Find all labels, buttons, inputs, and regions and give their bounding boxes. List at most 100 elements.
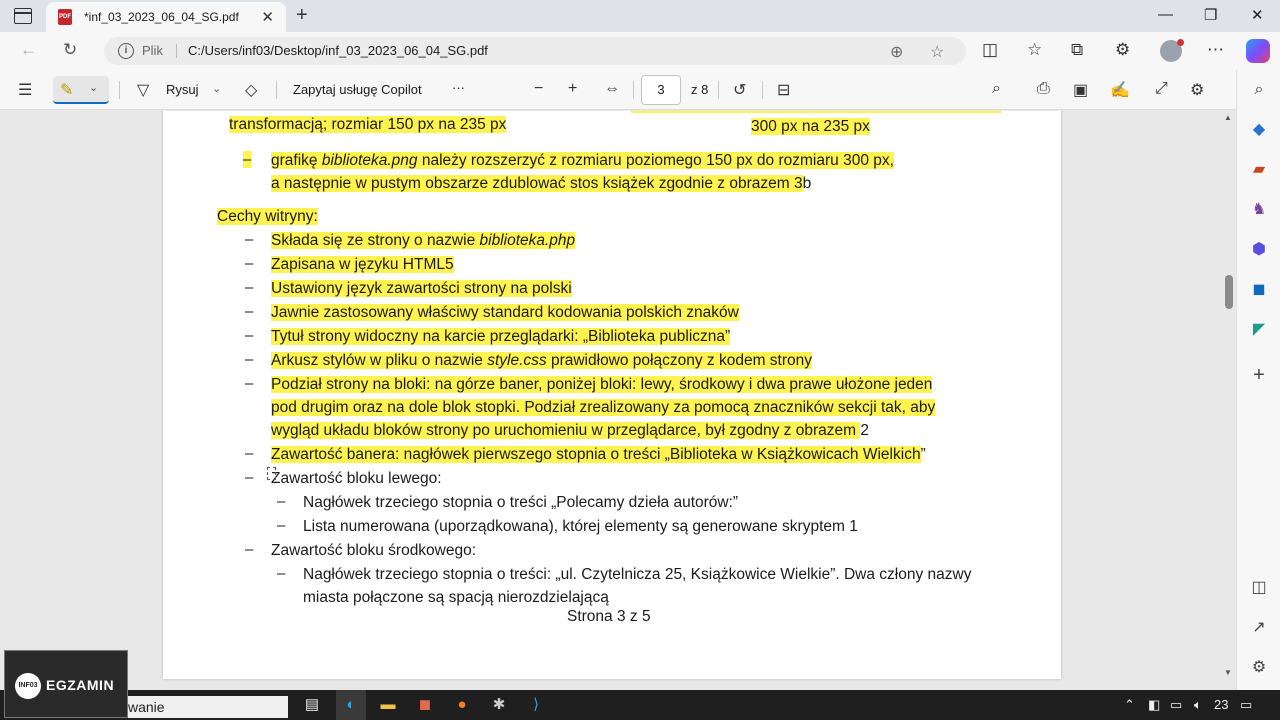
notifications-icon[interactable]: ▭ bbox=[1240, 697, 1252, 713]
doc-line: Zawartość bloku środkowego: bbox=[271, 542, 477, 559]
microsoft365-icon[interactable]: ⬢ bbox=[1249, 240, 1269, 260]
print-icon[interactable]: ⎙ bbox=[1037, 80, 1050, 98]
split-screen-icon[interactable]: ◫ bbox=[982, 40, 998, 60]
zoom-icon[interactable]: ⊕ bbox=[890, 42, 903, 62]
tools-icon[interactable]: ▰ bbox=[1249, 160, 1269, 180]
address-divider bbox=[176, 44, 177, 58]
doc-line: pod drugim oraz na dole blok stopki. Pod… bbox=[271, 399, 936, 416]
list-dash: – bbox=[277, 517, 286, 534]
settings-icon[interactable]: ⚙ bbox=[1190, 80, 1204, 100]
tray-app-icon[interactable]: ◧ bbox=[1148, 697, 1160, 713]
egzamin-overlay: INF03 EGZAMIN bbox=[4, 650, 128, 718]
list-dash: – bbox=[245, 541, 254, 558]
save-as-icon[interactable]: ✍ bbox=[1110, 80, 1130, 100]
app-taskbar-icon[interactable]: ◼ bbox=[415, 695, 435, 715]
tab-pdf[interactable]: PDF *inf_03_2023_06_04_SG.pdf ✕ bbox=[46, 2, 286, 32]
draw-icon[interactable]: ▽ bbox=[137, 80, 149, 100]
more-tools-icon[interactable]: ··· bbox=[452, 80, 465, 95]
list-dash: – bbox=[245, 445, 254, 462]
page-view-icon[interactable]: ⊟ bbox=[777, 80, 790, 100]
drop-icon[interactable]: ◤ bbox=[1249, 320, 1269, 340]
tab-actions-icon[interactable] bbox=[14, 8, 32, 24]
outlook-icon[interactable]: ◼ bbox=[1249, 280, 1269, 300]
list-dash: – bbox=[243, 151, 252, 168]
draw-chevron-icon[interactable]: ⌄ bbox=[212, 82, 221, 95]
zoom-out-icon[interactable]: − bbox=[534, 80, 543, 98]
tray-chevron-icon[interactable]: ⌃ bbox=[1124, 697, 1135, 713]
back-icon[interactable]: ← bbox=[20, 40, 37, 60]
restore-icon[interactable]: ❐ bbox=[1204, 6, 1217, 24]
scroll-up-icon[interactable]: ▲ bbox=[1224, 113, 1232, 122]
volume-icon[interactable]: 🔈︎ bbox=[1194, 697, 1202, 713]
toolbar-divider bbox=[718, 81, 719, 99]
search-icon[interactable]: ⌕ bbox=[992, 80, 1001, 98]
fit-width-icon[interactable]: ⇔ bbox=[604, 80, 620, 98]
minimize-icon[interactable]: — bbox=[1158, 6, 1173, 23]
file-explorer-icon[interactable]: ▬ bbox=[378, 695, 398, 715]
doc-line: Podział strony na bloki: na górze baner,… bbox=[271, 376, 933, 393]
toolbar-divider bbox=[762, 81, 763, 99]
document-viewer[interactable]: transformacją; rozmiar 150 px na 235 px … bbox=[0, 111, 1236, 690]
list-dash: – bbox=[245, 469, 254, 486]
scrollbar-thumb[interactable] bbox=[1225, 275, 1233, 309]
doc-line: Zapisana w języku HTML5 bbox=[271, 256, 454, 273]
chevron-down-icon[interactable]: ⌄ bbox=[89, 81, 98, 94]
scroll-down-icon[interactable]: ▼ bbox=[1224, 668, 1232, 677]
task-view-icon[interactable]: ▤ bbox=[302, 695, 322, 715]
info-icon[interactable]: i bbox=[118, 43, 134, 59]
zoom-in-icon[interactable]: + bbox=[568, 80, 577, 98]
close-tab-icon[interactable]: ✕ bbox=[261, 8, 274, 26]
clock[interactable]: 23 bbox=[1214, 697, 1228, 712]
doc-line: Zawartość banera: nagłówek pierwszego st… bbox=[271, 446, 926, 463]
edge-sidebar: ⌕ ◆ ▰ ♞ ⬢ ◼ ◤ + ◫ ↗ ⚙ bbox=[1236, 70, 1280, 690]
save-icon[interactable]: ▣ bbox=[1073, 80, 1088, 100]
page-number-input[interactable]: 3 bbox=[641, 75, 681, 105]
edge-taskbar-icon[interactable]: ◐ bbox=[341, 695, 361, 715]
collections-icon[interactable]: ⧉ bbox=[1071, 40, 1083, 60]
extensions-icon[interactable]: ⚙ bbox=[1115, 40, 1130, 60]
eraser-icon[interactable]: ◇ bbox=[245, 80, 257, 100]
pdf-file-icon: PDF bbox=[58, 9, 72, 25]
toolbar-divider bbox=[119, 81, 120, 99]
app-taskbar-icon-2[interactable]: ✱ bbox=[489, 695, 509, 715]
tab-bar: PDF *inf_03_2023_06_04_SG.pdf ✕ + — ❐ ✕ bbox=[0, 0, 1280, 32]
address-scheme-label: Plik bbox=[142, 43, 163, 58]
inf03-logo: INF03 bbox=[15, 673, 41, 699]
highlight-button[interactable]: ✎ ⌄ bbox=[53, 76, 109, 104]
copilot-icon[interactable] bbox=[1246, 39, 1270, 63]
shopping-icon[interactable]: ◆ bbox=[1249, 120, 1269, 140]
toolbar-divider bbox=[276, 81, 277, 99]
doc-line: miasta połączone są spacją nierozdzielaj… bbox=[303, 589, 609, 606]
doc-line: Nagłówek trzeciego stopnia o treści: „ul… bbox=[303, 566, 972, 583]
list-dash: – bbox=[245, 303, 254, 320]
list-dash: – bbox=[245, 231, 254, 248]
more-menu-icon[interactable]: ⋯ bbox=[1207, 40, 1224, 60]
close-window-icon[interactable]: ✕ bbox=[1251, 6, 1264, 24]
sidebar-settings-icon[interactable]: ⚙ bbox=[1249, 658, 1269, 678]
doc-line: grafikę biblioteka.png należy rozszerzyć… bbox=[271, 152, 894, 169]
list-dash: – bbox=[245, 255, 254, 272]
new-tab-icon[interactable]: + bbox=[296, 4, 308, 27]
address-bar[interactable]: i Plik C:/Users/inf03/Desktop/inf_03_202… bbox=[104, 37, 966, 65]
taskbar-search[interactable]: wanie bbox=[128, 696, 288, 718]
rotate-icon[interactable]: ↺ bbox=[733, 80, 746, 100]
contents-icon[interactable]: ☰ bbox=[18, 80, 32, 100]
games-icon[interactable]: ♞ bbox=[1249, 200, 1269, 220]
vscode-icon[interactable]: ⟩ bbox=[526, 695, 546, 715]
page-total: z 8 bbox=[691, 82, 709, 97]
external-link-icon[interactable]: ↗ bbox=[1249, 618, 1269, 638]
refresh-icon[interactable]: ↻ bbox=[63, 40, 77, 60]
notification-dot bbox=[1177, 39, 1184, 46]
fullscreen-icon[interactable]: ⤢ bbox=[1155, 80, 1168, 98]
favorite-star-icon[interactable]: ☆ bbox=[930, 42, 944, 62]
sidebar-panel-icon[interactable]: ◫ bbox=[1249, 578, 1269, 598]
address-url[interactable]: C:/Users/inf03/Desktop/inf_03_2023_06_04… bbox=[188, 43, 488, 58]
add-sidebar-icon[interactable]: + bbox=[1249, 365, 1269, 385]
firefox-icon[interactable]: ● bbox=[452, 695, 472, 715]
search-icon[interactable]: ⌕ bbox=[1249, 80, 1269, 100]
network-icon[interactable]: ▭ bbox=[1170, 697, 1182, 713]
list-dash: – bbox=[245, 375, 254, 392]
favorites-icon[interactable]: ☆ bbox=[1027, 40, 1042, 60]
draw-label[interactable]: Rysuj bbox=[166, 82, 199, 97]
copilot-button[interactable]: Zapytaj usługę Copilot bbox=[293, 82, 422, 97]
